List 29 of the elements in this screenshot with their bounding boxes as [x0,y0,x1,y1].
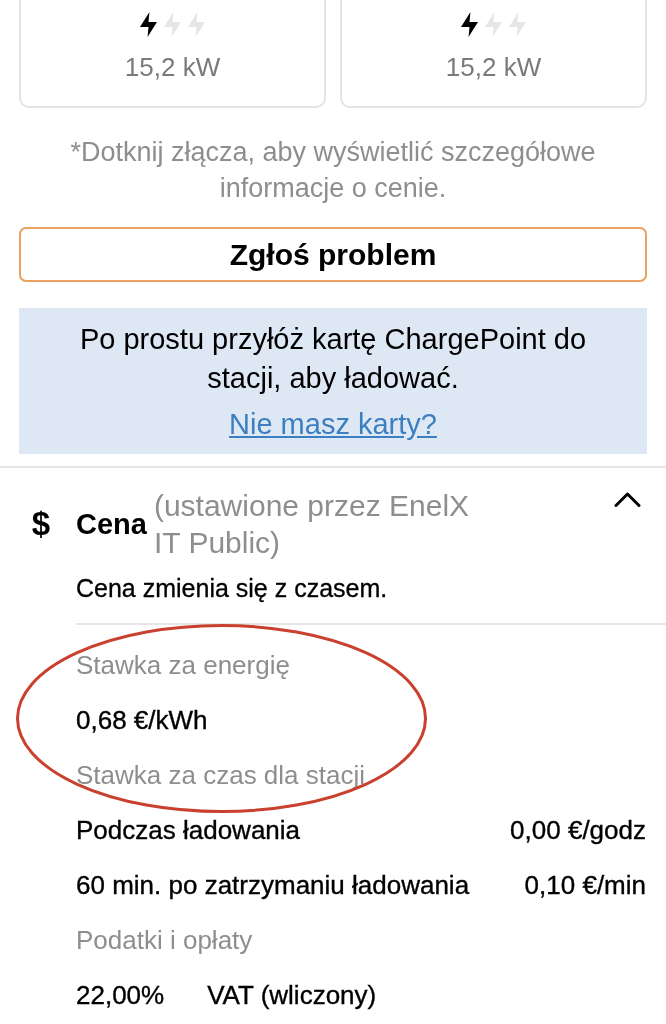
section-heading: Stawka za czas dla stacji [76,759,365,790]
chevron-up-icon[interactable] [614,492,641,507]
bolt-icon [509,12,526,37]
tax-name: VAT (wliczony) [207,979,377,1010]
energy-rate: 0,68 €/kWh [76,704,208,735]
price-note: Cena zmienia się z czasem. [76,573,388,604]
currency-symbol: $ [30,506,52,542]
bolt-icon [461,12,478,37]
rate-value: 0,00 €/godz [510,814,646,845]
bolt-icon [164,12,181,37]
bolt-icon [485,12,502,37]
section-heading: Stawka za energię [76,649,290,680]
bolt-icon [188,12,205,37]
bolt-icon [140,12,157,37]
rate-label: Podczas ładowania [76,814,301,845]
rate-label: 60 min. po zatrzymaniu ładowania [76,869,470,900]
tax-percent: 22,00% [76,979,165,1010]
section-heading: Podatki i opłaty [76,924,253,955]
connector-card[interactable]: 15,2 kW [19,0,326,108]
card-notice-text: Po prostu przyłóż kartę ChargePoint do stacji, aby ładować. [78,322,588,396]
price-title: Cena [76,507,147,542]
connector-hint: *Dotknij złącza, aby wyświetlić szczegółowe informacje o cenie. [69,136,597,205]
connector-card[interactable]: 15,2 kW [340,0,647,108]
no-card-link[interactable]: Nie masz karty? [229,407,437,441]
power-rating: 15,2 kW [124,52,221,82]
rate-value: 0,10 €/min [524,869,646,900]
report-problem-button[interactable]: Zgłoś problem [19,227,647,282]
price-provider: (ustawione przez EnelX IT Public) [153,488,471,561]
power-rating: 15,2 kW [445,52,542,82]
